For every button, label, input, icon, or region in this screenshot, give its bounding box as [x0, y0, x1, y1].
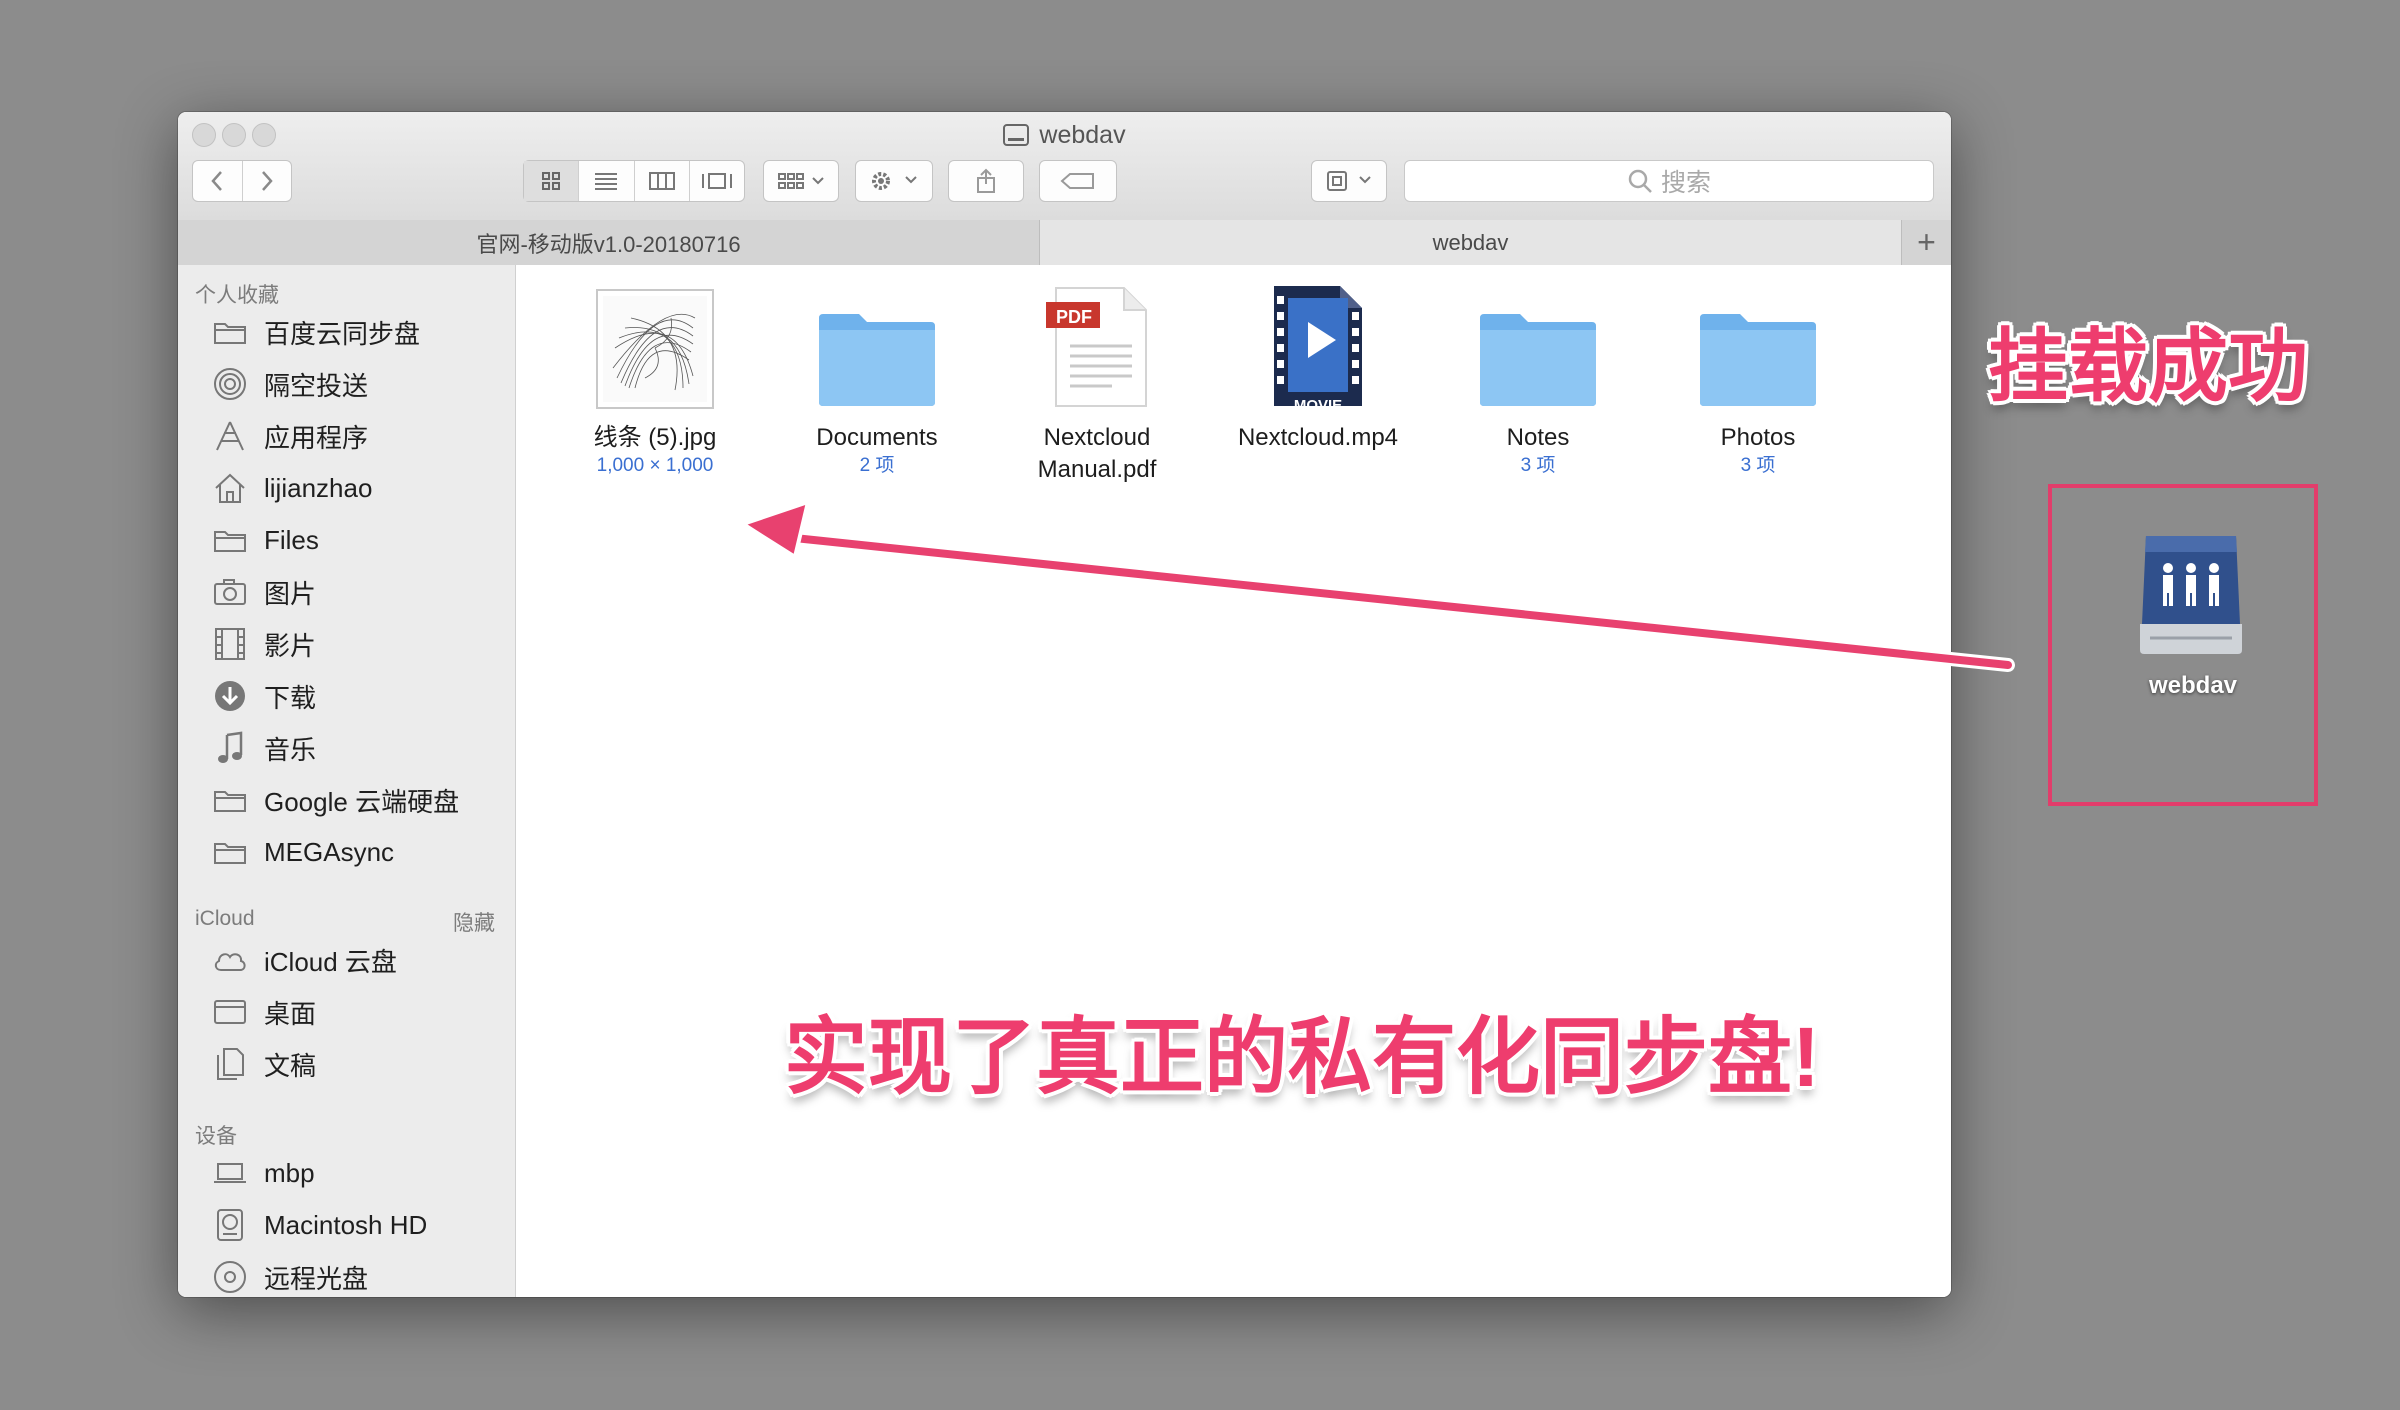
desktop-network-drive[interactable] — [2136, 532, 2246, 662]
annotation-arrow-icon — [741, 500, 2015, 672]
annotation-private-sync: 实现了真正的私有化同步盘! — [784, 1010, 1820, 1104]
desktop-drive-label: webdav — [2148, 672, 2238, 699]
network-drive-icon — [2140, 536, 2242, 654]
